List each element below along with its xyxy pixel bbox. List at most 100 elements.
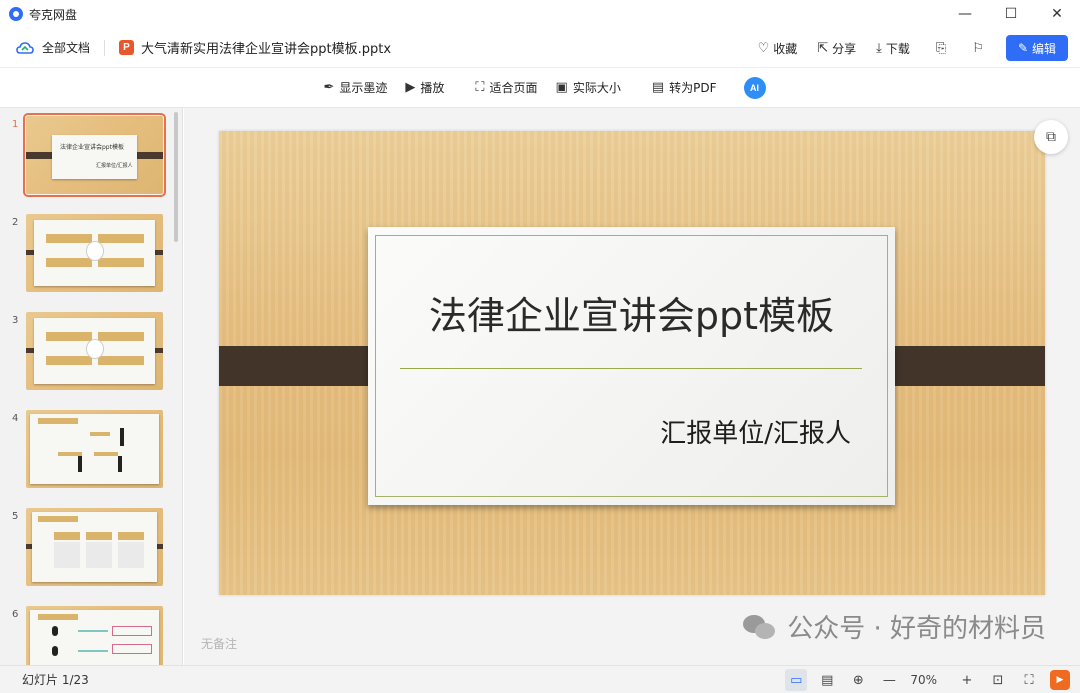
thumb-block [98, 234, 144, 243]
thumb-band [135, 152, 163, 159]
slide-thumbnail[interactable] [26, 312, 163, 390]
slide-thumbnail[interactable] [26, 214, 163, 292]
thumb-block [118, 532, 144, 540]
watermark: 公众号 · 好奇的材料员 [743, 608, 1046, 645]
thumb-block [112, 644, 152, 654]
slide-counter: 幻灯片 1/23 [22, 673, 89, 687]
quark-logo-icon [9, 7, 23, 21]
thumbnail-number: 3 [12, 315, 19, 326]
close-button[interactable]: ✕ [1034, 0, 1080, 28]
zoom-out-button[interactable]: — [878, 669, 900, 691]
fullscreen-icon[interactable]: ⛶ [1018, 669, 1040, 691]
thumb-block [46, 258, 92, 267]
thumb-block [118, 542, 144, 568]
thumb-card [34, 220, 155, 286]
thumbnail-number: 2 [12, 217, 19, 228]
normal-view-icon[interactable]: ▭ [785, 669, 808, 691]
thumbnail-item[interactable]: 3 [0, 312, 172, 394]
document-toolbar: 全部文档 P 大气清新实用法律企业宣讲会ppt模板.pptx ♡ 收藏 ⇱ 分享… [0, 28, 1080, 68]
thumb-card [30, 414, 159, 484]
thumb-block [90, 432, 110, 436]
thumb-block [94, 452, 118, 456]
convert-pdf-button[interactable]: ▤ 转为PDF [652, 79, 717, 96]
download-button[interactable]: ⤓ 下载 [876, 40, 910, 57]
share-button[interactable]: ⇱ 分享 [817, 40, 856, 57]
thumb-circle [86, 339, 104, 359]
divider [104, 39, 106, 56]
edit-button[interactable]: ✎ 编辑 [1006, 35, 1068, 61]
minimize-button[interactable]: — [942, 0, 988, 28]
thumb-block [38, 418, 78, 424]
globe-icon[interactable]: ⊕ [847, 669, 869, 691]
thumb-figure [118, 456, 122, 472]
slide-thumbnail[interactable]: 法律企业宣讲会ppt模板 汇报单位/汇报人 [23, 113, 166, 197]
thumb-card [32, 512, 157, 582]
thumb-circle [86, 241, 104, 261]
slide-thumbnail[interactable] [26, 508, 163, 586]
title-bar: 夸克网盘 — ☐ ✕ [0, 0, 1080, 28]
thumb-block [98, 332, 144, 341]
zoom-level[interactable]: 70% [910, 673, 937, 687]
ai-assistant-button[interactable]: AI [743, 76, 766, 99]
slideshow-play-button[interactable]: ▶ [1050, 670, 1070, 690]
slide-subtitle: 汇报单位/汇报人 [660, 419, 851, 449]
zoom-in-button[interactable]: + [956, 669, 978, 691]
window-controls: — ☐ ✕ [942, 0, 1080, 28]
thumbnail-number: 5 [12, 511, 19, 522]
actual-size-label: 实际大小 [572, 81, 621, 95]
thumb-card [30, 610, 159, 665]
heart-icon: ♡ [757, 40, 770, 56]
thumb-block [112, 626, 152, 636]
current-slide: 法律企业宣讲会ppt模板 汇报单位/汇报人 [219, 131, 1045, 595]
fit-page-icon: ⛶ [475, 80, 485, 95]
actual-size-icon: ▣ [555, 80, 568, 95]
app-title: 夸克网盘 [29, 7, 78, 22]
fit-window-icon[interactable]: ⊡ [987, 669, 1009, 691]
sidebar-scrollbar[interactable] [174, 112, 178, 242]
play-label: 播放 [420, 81, 445, 95]
share-label: 分享 [832, 41, 857, 56]
thumb-block [46, 332, 92, 341]
save-to-cloud-icon[interactable]: ⎘ [936, 41, 946, 56]
thumbnail-item[interactable]: 1 法律企业宣讲会ppt模板 汇报单位/汇报人 [0, 113, 172, 198]
maximize-button[interactable]: ☐ [988, 0, 1034, 28]
feedback-icon[interactable]: ⚐ [972, 41, 984, 56]
thumb-figure [52, 626, 58, 636]
thumbnail-item[interactable]: 2 [0, 214, 172, 296]
thumb-figure [120, 428, 124, 446]
play-button[interactable]: ▶ 播放 [405, 79, 444, 96]
thumbnail-number: 1 [12, 119, 19, 130]
thumb-figure [78, 456, 82, 472]
thumb-block [54, 532, 80, 540]
thumb-block [98, 258, 144, 267]
thumb-line [78, 650, 108, 652]
all-docs-button[interactable]: 全部文档 [16, 39, 90, 56]
show-ink-button[interactable]: ✒ 显示墨迹 [323, 79, 387, 96]
download-icon: ⤓ [876, 40, 882, 56]
play-circle-icon: ▶ [405, 80, 416, 95]
thumbnail-toggle-icon[interactable]: ⧉ [1034, 120, 1068, 154]
thumbnail-item[interactable]: 5 [0, 508, 172, 590]
thumbnail-item[interactable]: 4 [0, 410, 172, 492]
thumb-block [38, 516, 78, 522]
title-card-frame [375, 235, 888, 497]
ink-pen-icon: ✒ [323, 80, 335, 95]
favorite-button[interactable]: ♡ 收藏 [758, 40, 798, 57]
thumbnail-number: 4 [12, 413, 19, 424]
notes-view-icon[interactable]: ▤ [816, 669, 838, 691]
thumbnail-item[interactable]: 6 [0, 606, 172, 665]
status-bar: 幻灯片 1/23 ▭ ▤ ⊕ — 70% + ⊡ ⛶ ▶ [0, 665, 1080, 693]
thumb-subtitle: 汇报单位/汇报人 [96, 163, 133, 169]
pdf-icon: ▤ [651, 80, 665, 95]
title-divider [400, 368, 862, 369]
thumb-block [46, 234, 92, 243]
pptx-file-icon: P [119, 40, 135, 55]
thumb-block [86, 532, 112, 540]
slide-thumbnail[interactable] [26, 410, 163, 488]
actual-size-button[interactable]: ▣ 实际大小 [556, 79, 621, 96]
thumb-block [46, 356, 92, 365]
fit-page-button[interactable]: ⛶ 适合页面 [475, 79, 537, 96]
file-name: 大气清新实用法律企业宣讲会ppt模板.pptx [141, 42, 392, 57]
convert-pdf-label: 转为PDF [669, 81, 717, 95]
slide-thumbnail[interactable] [26, 606, 163, 665]
